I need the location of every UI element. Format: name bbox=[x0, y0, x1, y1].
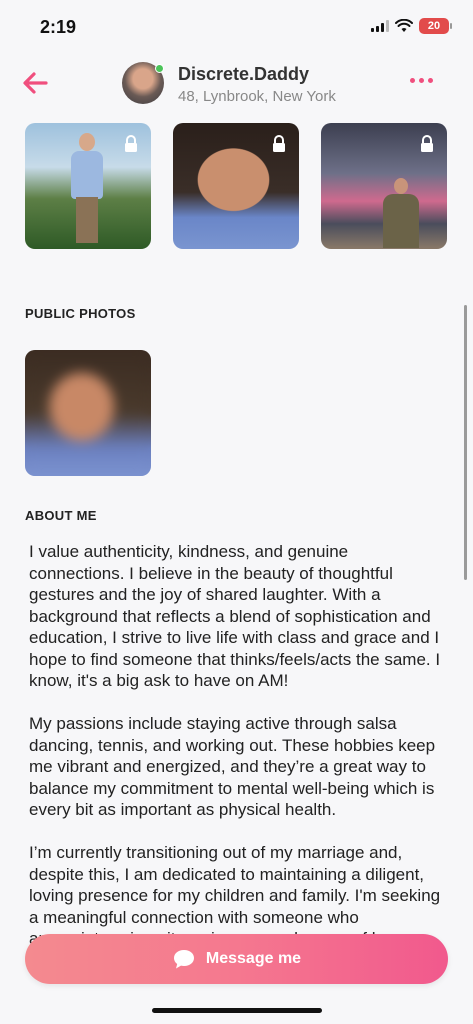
profile-header: Discrete.Daddy 48, Lynbrook, New York bbox=[0, 52, 473, 112]
private-photo-1[interactable] bbox=[25, 123, 151, 249]
message-me-button[interactable]: Message me bbox=[25, 934, 448, 984]
about-me-text: I value authenticity, kindness, and genu… bbox=[29, 541, 447, 993]
about-me-heading: ABOUT ME bbox=[25, 508, 97, 523]
public-photos-heading: PUBLIC PHOTOS bbox=[25, 306, 136, 321]
home-indicator[interactable] bbox=[152, 1008, 322, 1013]
battery-icon: 20 bbox=[419, 18, 452, 34]
lock-icon bbox=[273, 135, 285, 152]
online-status-dot bbox=[155, 64, 164, 73]
lock-icon bbox=[125, 135, 137, 152]
about-paragraph: I value authenticity, kindness, and genu… bbox=[29, 542, 441, 690]
private-photo-2[interactable] bbox=[173, 123, 299, 249]
scrollbar[interactable] bbox=[464, 305, 467, 580]
wifi-icon bbox=[395, 19, 413, 32]
profile-location: 48, Lynbrook, New York bbox=[178, 88, 336, 105]
about-paragraph: My passions include staying active throu… bbox=[29, 714, 436, 819]
private-photo-3[interactable] bbox=[321, 123, 447, 249]
status-time: 2:19 bbox=[40, 17, 77, 37]
back-arrow-icon[interactable] bbox=[20, 68, 50, 98]
profile-username[interactable]: Discrete.Daddy bbox=[178, 64, 309, 85]
public-photo-1[interactable] bbox=[25, 350, 151, 476]
status-icons: 20 bbox=[371, 18, 452, 34]
lock-icon bbox=[421, 135, 433, 152]
status-bar: 2:19 20 bbox=[0, 0, 473, 50]
more-options-icon[interactable] bbox=[410, 78, 433, 83]
message-me-label: Message me bbox=[205, 950, 302, 967]
chat-bubble-icon bbox=[173, 950, 194, 969]
signal-icon bbox=[371, 20, 389, 32]
